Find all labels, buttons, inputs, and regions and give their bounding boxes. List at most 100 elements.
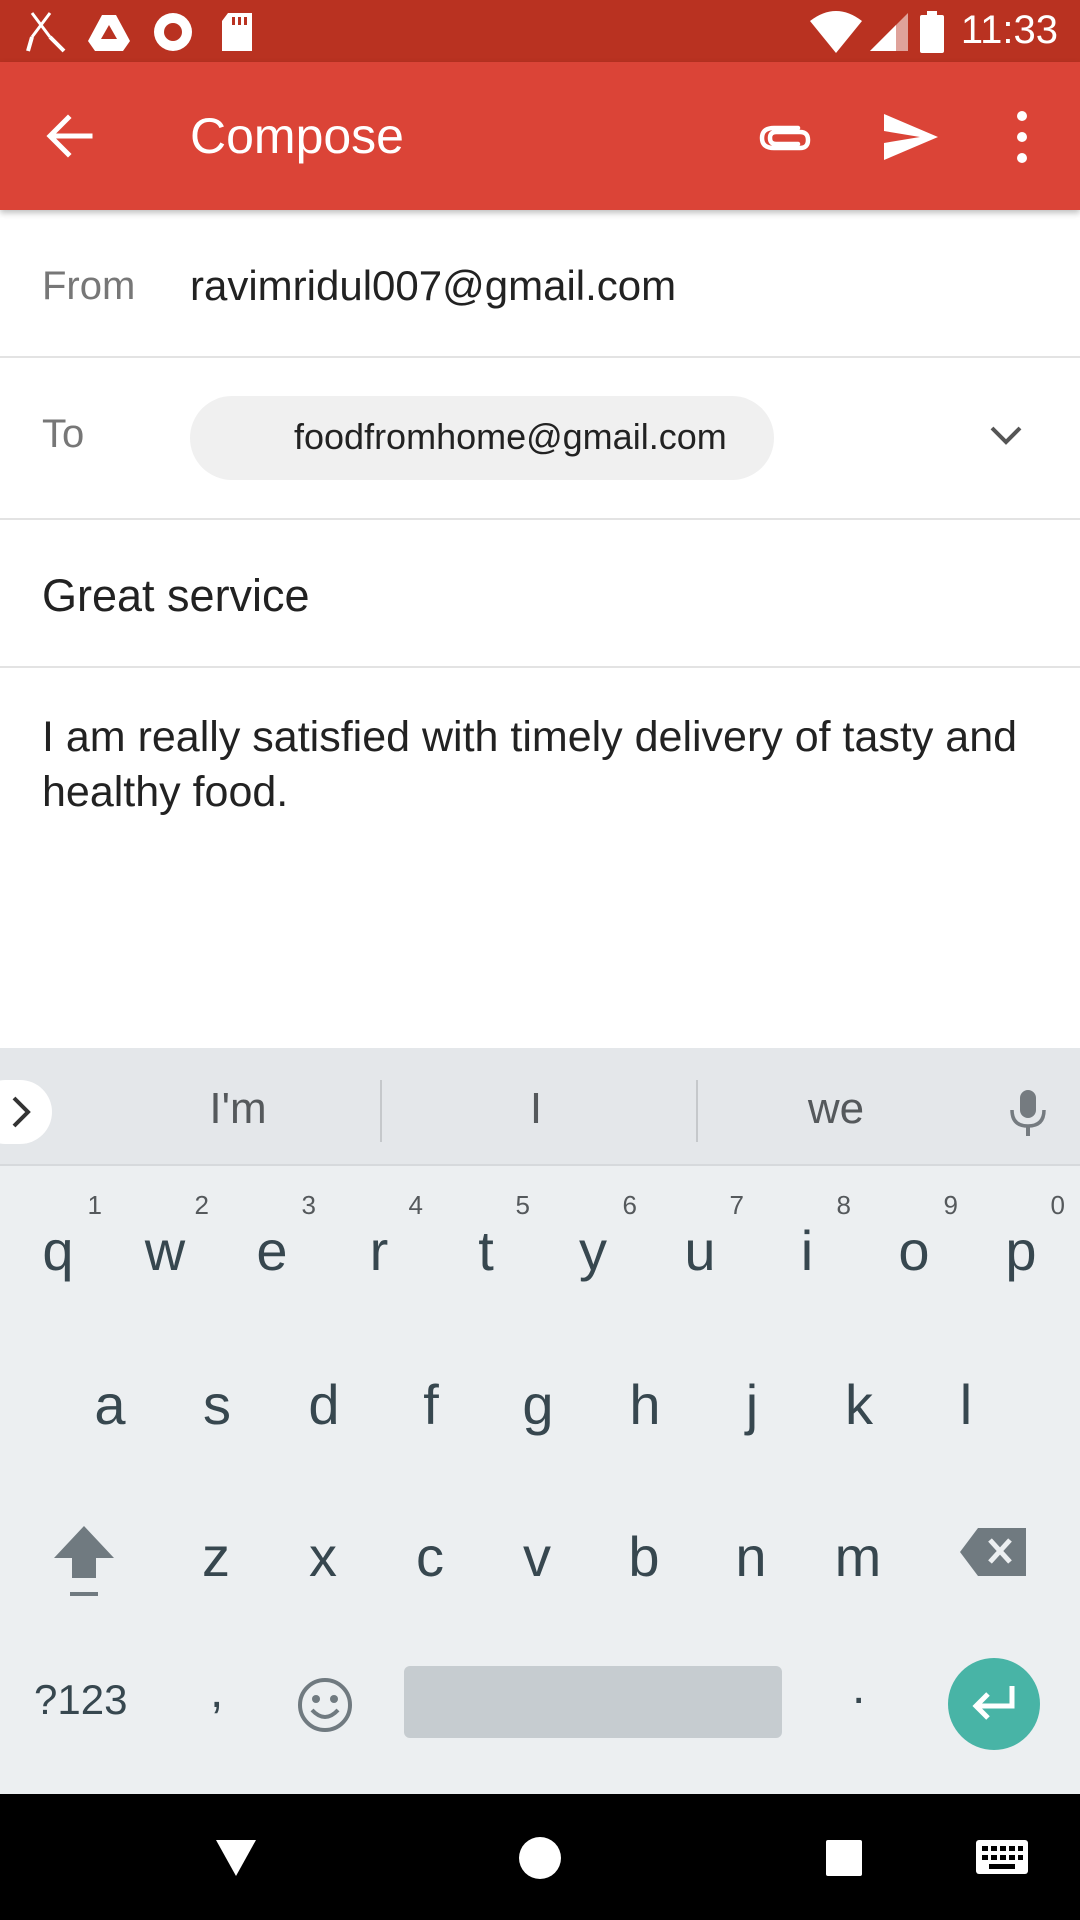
key[interactable]: r4 xyxy=(329,1190,429,1300)
period-key[interactable]: . xyxy=(852,1660,865,1715)
key[interactable]: m xyxy=(808,1496,908,1606)
suggestion-expand-button[interactable] xyxy=(0,1080,52,1144)
signal-icon xyxy=(870,13,908,51)
key-number-hint: 4 xyxy=(408,1190,423,1220)
key[interactable]: e3 xyxy=(222,1190,322,1300)
subject-row[interactable]: Great service xyxy=(0,520,1080,668)
key[interactable]: z xyxy=(166,1496,266,1606)
key-label: t xyxy=(478,1219,494,1282)
back-arrow-icon[interactable] xyxy=(40,106,100,166)
key[interactable]: g xyxy=(488,1344,588,1454)
page-title: Compose xyxy=(190,108,404,164)
suggestion-3[interactable]: we xyxy=(736,1084,936,1134)
key[interactable]: d xyxy=(274,1344,374,1454)
key-label: h xyxy=(629,1373,661,1436)
key[interactable]: c xyxy=(380,1496,480,1606)
recents-square-icon[interactable] xyxy=(820,1834,868,1882)
keyboard-switch-icon[interactable] xyxy=(974,1834,1030,1882)
key-label: j xyxy=(745,1373,759,1436)
attach-icon[interactable] xyxy=(754,106,816,168)
emoji-icon[interactable] xyxy=(296,1676,354,1734)
microphone-icon[interactable] xyxy=(1002,1086,1054,1138)
key[interactable]: l xyxy=(916,1344,1016,1454)
enter-icon xyxy=(972,1686,1015,1720)
key-number-hint: 3 xyxy=(301,1190,316,1220)
back-triangle-icon[interactable] xyxy=(212,1834,260,1882)
key[interactable]: i8 xyxy=(757,1190,857,1300)
key[interactable]: a xyxy=(60,1344,160,1454)
key[interactable]: s xyxy=(167,1344,267,1454)
key[interactable]: n xyxy=(701,1496,801,1606)
key-number-hint: 1 xyxy=(87,1190,102,1220)
key-label: z xyxy=(202,1525,230,1588)
key-label: u xyxy=(684,1219,716,1282)
from-value[interactable]: ravimridul007@gmail.com xyxy=(190,262,676,310)
status-bar: 11:33 xyxy=(0,0,1080,62)
key[interactable]: w2 xyxy=(115,1190,215,1300)
key-label: d xyxy=(308,1373,340,1436)
key-number-hint: 2 xyxy=(194,1190,209,1220)
key[interactable]: p0 xyxy=(971,1190,1071,1300)
key-number-hint: 6 xyxy=(622,1190,637,1220)
key[interactable]: h xyxy=(595,1344,695,1454)
space-key[interactable] xyxy=(404,1666,782,1738)
key-label: c xyxy=(416,1525,444,1588)
key-label: r xyxy=(369,1219,389,1282)
key[interactable]: b xyxy=(594,1496,694,1606)
suggestion-bar: I'm I we xyxy=(0,1048,1080,1166)
key-label: y xyxy=(579,1219,607,1282)
key-number-hint: 5 xyxy=(515,1190,530,1220)
key-label: w xyxy=(144,1219,186,1282)
suggestion-2[interactable]: I xyxy=(436,1084,636,1134)
symbols-key[interactable]: ?123 xyxy=(34,1676,127,1724)
wifi-icon xyxy=(810,11,862,53)
key-label: s xyxy=(203,1373,231,1436)
app-bar: Compose xyxy=(0,62,1080,210)
key[interactable]: x xyxy=(273,1496,373,1606)
key-label: v xyxy=(523,1525,551,1588)
to-row[interactable]: To foodfromhome@gmail.com xyxy=(0,358,1080,520)
key-number-hint: 7 xyxy=(729,1190,744,1220)
key-label: m xyxy=(834,1525,882,1588)
from-label: From xyxy=(42,264,136,308)
key[interactable]: t5 xyxy=(436,1190,536,1300)
suggestion-divider xyxy=(380,1080,382,1142)
send-icon[interactable] xyxy=(880,106,942,168)
comma-key[interactable]: , xyxy=(210,1664,223,1719)
enter-button[interactable] xyxy=(948,1658,1040,1750)
key-number-hint: 8 xyxy=(836,1190,851,1220)
record-icon xyxy=(154,13,192,51)
recipient-chip[interactable]: foodfromhome@gmail.com xyxy=(190,396,774,480)
key-label: a xyxy=(94,1373,126,1436)
home-circle-icon[interactable] xyxy=(516,1834,564,1882)
key-label: x xyxy=(309,1525,337,1588)
key-label: p xyxy=(1005,1219,1037,1282)
key[interactable]: k xyxy=(809,1344,909,1454)
utensils-icon xyxy=(26,12,66,53)
key-label: n xyxy=(735,1525,767,1588)
body-field[interactable]: I am really satisfied with timely delive… xyxy=(42,710,1052,820)
sd-card-icon xyxy=(222,13,252,51)
to-label: To xyxy=(42,412,85,456)
key[interactable]: v xyxy=(487,1496,587,1606)
key[interactable]: u7 xyxy=(650,1190,750,1300)
from-row[interactable]: From ravimridul007@gmail.com xyxy=(0,210,1080,358)
key[interactable]: q1 xyxy=(8,1190,108,1300)
key[interactable]: f xyxy=(381,1344,481,1454)
suggestion-1[interactable]: I'm xyxy=(138,1084,338,1134)
chevron-down-icon[interactable] xyxy=(980,410,1032,462)
key-number-hint: 0 xyxy=(1050,1190,1065,1220)
subject-field[interactable]: Great service xyxy=(42,570,310,622)
key-label: i xyxy=(800,1219,814,1282)
chevron-right-icon xyxy=(12,1096,31,1128)
key[interactable]: j xyxy=(702,1344,802,1454)
navigation-bar xyxy=(0,1794,1080,1920)
key-number-hint: 9 xyxy=(943,1190,958,1220)
more-vert-icon[interactable] xyxy=(1000,106,1044,168)
key-label: b xyxy=(628,1525,660,1588)
key[interactable]: y6 xyxy=(543,1190,643,1300)
backspace-icon[interactable] xyxy=(958,1524,1030,1580)
clock: 11:33 xyxy=(960,8,1058,52)
key[interactable]: o9 xyxy=(864,1190,964,1300)
shift-icon[interactable] xyxy=(48,1520,120,1600)
